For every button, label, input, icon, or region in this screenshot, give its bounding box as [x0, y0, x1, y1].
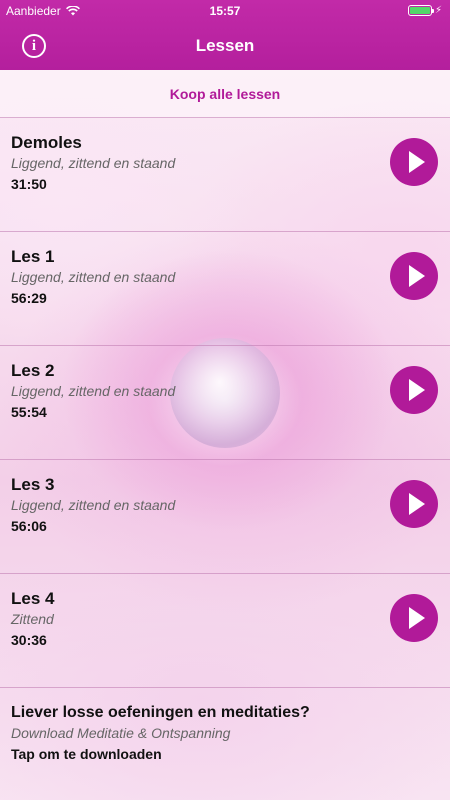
lesson-row-les-2[interactable]: Les 2 Liggend, zittend en staand 55:54	[0, 346, 450, 460]
lesson-list: Demoles Liggend, zittend en staand 31:50…	[0, 118, 450, 688]
lesson-subtitle: Liggend, zittend en staand	[11, 155, 176, 171]
play-icon	[408, 607, 425, 629]
play-icon	[408, 379, 425, 401]
play-button[interactable]	[390, 138, 438, 186]
lesson-duration: 56:29	[11, 290, 47, 306]
lesson-row-les-3[interactable]: Les 3 Liggend, zittend en staand 56:06	[0, 460, 450, 574]
bolt-icon: ⚡	[434, 5, 442, 16]
play-button[interactable]	[390, 252, 438, 300]
lesson-title: Les 3	[11, 475, 55, 494]
lesson-subtitle: Zittend	[11, 611, 54, 627]
lesson-title: Les 2	[11, 361, 55, 380]
status-time: 15:57	[209, 4, 241, 18]
download-promo[interactable]: Liever losse oefeningen en meditaties? D…	[0, 688, 450, 800]
lesson-row-demoles[interactable]: Demoles Liggend, zittend en staand 31:50	[0, 118, 450, 232]
lesson-row-les-4[interactable]: Les 4 Zittend 30:36	[0, 574, 450, 688]
lesson-duration: 31:50	[11, 176, 47, 192]
play-icon	[408, 265, 425, 287]
battery-fill	[409, 7, 430, 14]
play-icon	[408, 151, 425, 173]
play-button[interactable]	[390, 594, 438, 642]
lesson-subtitle: Liggend, zittend en staand	[11, 497, 176, 513]
lesson-title: Les 4	[11, 589, 55, 608]
lesson-subtitle: Liggend, zittend en staand	[11, 269, 176, 285]
play-button[interactable]	[390, 366, 438, 414]
battery-indicator: ⚡	[407, 5, 442, 16]
lesson-row-les-1[interactable]: Les 1 Liggend, zittend en staand 56:29	[0, 232, 450, 346]
promo-title: Liever losse oefeningen en meditaties?	[11, 704, 310, 721]
nav-header: Aanbieder 15:57 ⚡ i Lessen	[0, 0, 450, 70]
lesson-subtitle: Liggend, zittend en staand	[11, 383, 176, 399]
page-title: Lessen	[195, 36, 255, 55]
lesson-duration: 56:06	[11, 518, 47, 534]
buy-all-lessons-link[interactable]: Koop alle lessen	[0, 70, 450, 118]
battery-icon	[407, 5, 434, 16]
promo-subtitle: Download Meditatie & Ontspanning	[11, 725, 231, 741]
play-button[interactable]	[390, 480, 438, 528]
promo-action: Tap om te downloaden	[11, 746, 162, 762]
lesson-title: Demoles	[11, 133, 82, 152]
lesson-title: Les 1	[11, 247, 55, 266]
lesson-duration: 30:36	[11, 632, 47, 648]
lesson-duration: 55:54	[11, 404, 47, 420]
status-bar: Aanbieder 15:57 ⚡	[0, 0, 450, 22]
play-icon	[408, 493, 425, 515]
